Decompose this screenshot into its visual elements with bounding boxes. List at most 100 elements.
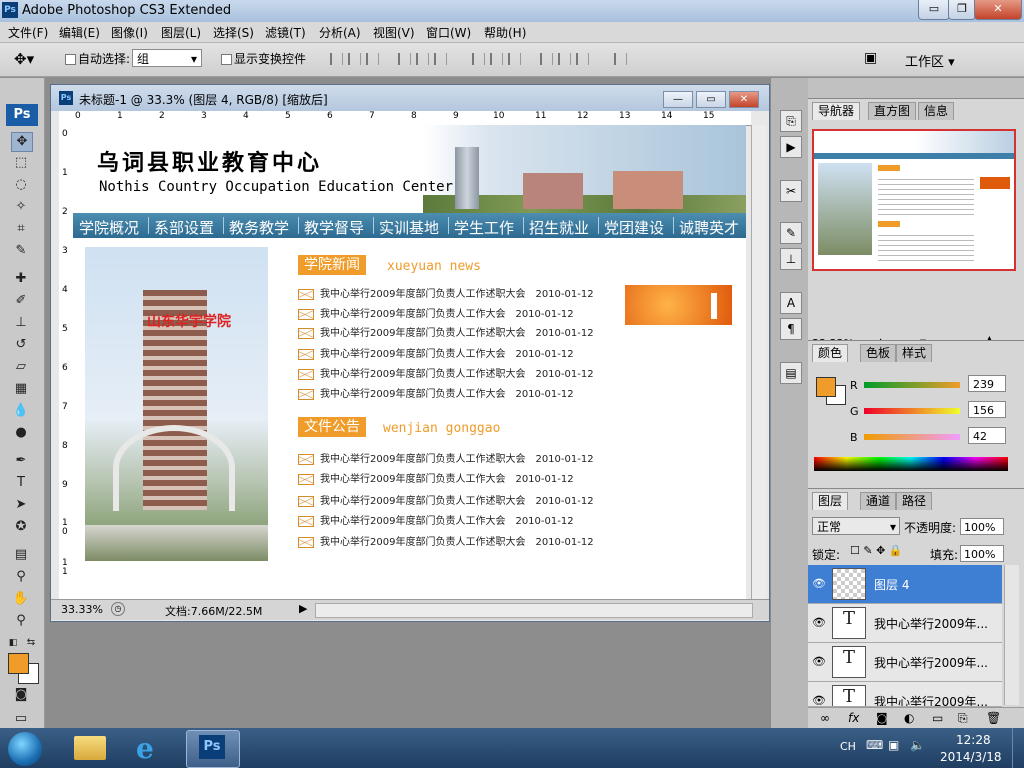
- type-tool-icon[interactable]: T: [11, 474, 31, 492]
- document-title-bar[interactable]: Ps 未标题-1 @ 33.3% (图层 4, RGB/8) [缩放后] — ▭…: [51, 85, 769, 111]
- clock-time[interactable]: 12:28: [956, 733, 991, 747]
- layer-row[interactable]: 👁 T 我中心举行2009年...: [808, 604, 1002, 643]
- layer-mask-icon[interactable]: ◙: [876, 711, 888, 725]
- visibility-eye-icon[interactable]: 👁: [812, 616, 826, 629]
- green-value-field[interactable]: 156: [968, 401, 1006, 418]
- new-group-icon[interactable]: ▭: [932, 711, 943, 725]
- layer-comps-panel-icon[interactable]: ▤: [780, 362, 802, 384]
- horizontal-ruler[interactable]: 0 1 2 3 4 5 6 7 8 9 10 11 12 13 14 15: [59, 111, 751, 126]
- shape-tool-icon[interactable]: ✪: [11, 518, 31, 536]
- document-canvas[interactable]: 乌词县职业教育中心 Nothis Country Occupation Educ…: [73, 125, 746, 601]
- blue-slider[interactable]: [864, 434, 960, 440]
- actions-panel-icon[interactable]: ▶: [780, 136, 802, 158]
- path-selection-tool-icon[interactable]: ➤: [11, 496, 31, 514]
- menu-view[interactable]: 视图(V): [373, 24, 415, 41]
- swap-colors-icon[interactable]: ⇆: [24, 634, 38, 652]
- auto-select-dropdown[interactable]: 组 ▾: [132, 49, 202, 67]
- visibility-eye-icon[interactable]: 👁: [812, 694, 826, 706]
- layer-row[interactable]: 👁 图层 4: [808, 565, 1002, 604]
- eyedropper-tool-icon[interactable]: ⚲: [11, 568, 31, 586]
- taskbar-ie[interactable]: e: [124, 730, 176, 766]
- layer-style-icon[interactable]: fx: [848, 711, 859, 725]
- network-icon[interactable]: ▣: [888, 738, 899, 752]
- visibility-eye-icon[interactable]: 👁: [812, 655, 826, 668]
- align-top-icon[interactable]: [330, 53, 343, 65]
- paragraph-panel-icon[interactable]: ¶: [780, 318, 802, 340]
- restore-button[interactable]: ❐: [948, 0, 976, 20]
- adjustment-layer-icon[interactable]: ◐: [904, 711, 914, 725]
- doc-minimize-button[interactable]: —: [663, 91, 693, 108]
- align-hcenter-icon[interactable]: [416, 53, 429, 65]
- menu-window[interactable]: 窗口(W): [426, 24, 471, 41]
- distribute-hcenter-icon[interactable]: [558, 53, 571, 65]
- foreground-color-swatch[interactable]: [8, 653, 29, 674]
- tab-color[interactable]: 颜色: [812, 344, 849, 362]
- status-zoom[interactable]: 33.33%: [61, 603, 103, 616]
- link-layers-icon[interactable]: ∞: [820, 711, 830, 725]
- dodge-tool-icon[interactable]: ●: [11, 424, 31, 442]
- fill-field[interactable]: 100%: [960, 545, 1004, 562]
- align-bottom-icon[interactable]: [366, 53, 379, 65]
- menu-filter[interactable]: 滤镜(T): [265, 24, 306, 41]
- input-language[interactable]: CH: [840, 740, 856, 753]
- move-tool-icon[interactable]: ✥: [11, 132, 33, 152]
- delete-layer-icon[interactable]: 🗑: [986, 711, 1001, 725]
- screen-mode-icon[interactable]: ▭: [11, 710, 31, 728]
- layer-row[interactable]: 👁 T 我中心举行2009年...: [808, 643, 1002, 682]
- blur-tool-icon[interactable]: 💧: [11, 402, 31, 420]
- tab-channels[interactable]: 通道: [860, 492, 897, 510]
- tab-styles[interactable]: 样式: [896, 344, 933, 362]
- layers-scrollbar[interactable]: [1004, 565, 1019, 705]
- tool-presets-panel-icon[interactable]: ✂: [780, 180, 802, 202]
- navigator-preview[interactable]: [812, 129, 1016, 271]
- blend-mode-dropdown[interactable]: 正常 ▾: [812, 517, 900, 535]
- distribute-bottom-icon[interactable]: [508, 53, 521, 65]
- workspace-button[interactable]: 工作区 ▾: [905, 51, 955, 70]
- distribute-right-icon[interactable]: [576, 53, 589, 65]
- distribute-top-icon[interactable]: [472, 53, 485, 65]
- clone-source-panel-icon[interactable]: ⊥: [780, 248, 802, 270]
- tab-swatches[interactable]: 色板: [860, 344, 897, 362]
- gradient-tool-icon[interactable]: ▦: [11, 380, 31, 398]
- new-layer-icon[interactable]: ⎘: [958, 711, 968, 726]
- tab-histogram[interactable]: 直方图: [868, 102, 917, 120]
- brush-tool-icon[interactable]: ✐: [11, 292, 31, 310]
- visibility-eye-icon[interactable]: 👁: [812, 577, 826, 590]
- crop-tool-icon[interactable]: ⌗: [11, 220, 31, 238]
- character-panel-icon[interactable]: A: [780, 292, 802, 314]
- doc-close-button[interactable]: ✕: [729, 91, 759, 108]
- lasso-tool-icon[interactable]: ◌: [11, 176, 31, 194]
- minimize-button[interactable]: ▭: [918, 0, 950, 20]
- history-brush-tool-icon[interactable]: ↺: [11, 336, 31, 354]
- start-button[interactable]: [8, 732, 42, 766]
- keyboard-icon[interactable]: ⌨: [866, 738, 883, 752]
- menu-edit[interactable]: 编辑(E): [59, 24, 100, 41]
- lock-icons[interactable]: ☐ ✎ ✥ 🔒: [850, 544, 902, 557]
- blue-value-field[interactable]: 42: [968, 427, 1006, 444]
- opacity-field[interactable]: 100%: [960, 518, 1004, 535]
- notes-tool-icon[interactable]: ▤: [11, 546, 31, 564]
- tab-layers[interactable]: 图层: [812, 492, 849, 510]
- distribute-left-icon[interactable]: [540, 53, 553, 65]
- status-menu-arrow-icon[interactable]: ▶: [299, 602, 307, 615]
- menu-layer[interactable]: 图层(L): [161, 24, 201, 41]
- tab-info[interactable]: 信息: [918, 102, 955, 120]
- clock-date[interactable]: 2014/3/18: [940, 750, 1002, 764]
- pen-tool-icon[interactable]: ✒: [11, 452, 31, 470]
- show-desktop-button[interactable]: [1012, 728, 1024, 768]
- move-tool-preset-icon[interactable]: ✥▾: [14, 50, 34, 68]
- red-value-field[interactable]: 239: [968, 375, 1006, 392]
- taskbar-explorer[interactable]: [64, 730, 116, 766]
- clone-stamp-tool-icon[interactable]: ⊥: [11, 314, 31, 332]
- show-transform-checkbox[interactable]: [221, 54, 232, 65]
- marquee-tool-icon[interactable]: ⬚: [11, 154, 31, 172]
- brushes-panel-icon[interactable]: ✎: [780, 222, 802, 244]
- slice-tool-icon[interactable]: ✎: [11, 242, 31, 260]
- horizontal-scrollbar[interactable]: [315, 603, 753, 618]
- magic-wand-tool-icon[interactable]: ✧: [11, 198, 31, 216]
- healing-brush-tool-icon[interactable]: ✚: [11, 270, 31, 288]
- red-slider[interactable]: [864, 382, 960, 388]
- hand-tool-icon[interactable]: ✋: [11, 590, 31, 608]
- volume-icon[interactable]: 🔈: [910, 738, 925, 752]
- color-fg-swatch[interactable]: [816, 377, 836, 397]
